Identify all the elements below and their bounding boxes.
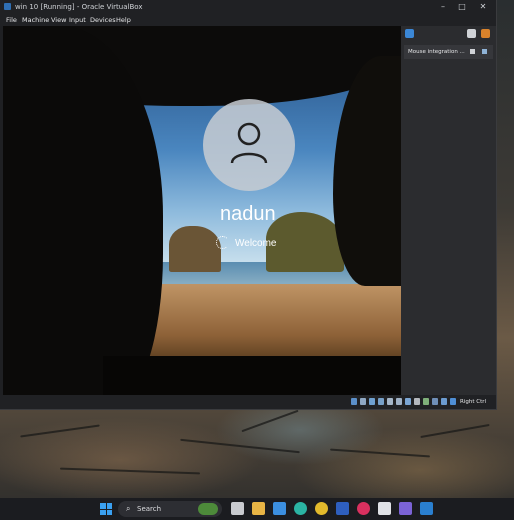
microsoft-store-icon[interactable]: [273, 502, 286, 515]
welcome-status: Welcome: [235, 238, 277, 249]
close-button[interactable]: ✕: [478, 2, 488, 12]
search-icon: ⌕: [126, 504, 131, 513]
notification-center-icon[interactable]: [405, 29, 414, 38]
toggle-all-icon[interactable]: [467, 29, 476, 38]
menu-bar: File Machine View Input Devices Help: [0, 14, 496, 26]
photos-icon[interactable]: [399, 502, 412, 515]
window-title: win 10 [Running] - Oracle VirtualBox: [15, 3, 143, 11]
notification-text: Mouse integration ...: [408, 49, 465, 55]
minimize-button[interactable]: –: [438, 2, 448, 12]
host-key-label: Right Ctrl: [460, 399, 487, 405]
close-all-icon[interactable]: [481, 29, 490, 38]
window-titlebar[interactable]: win 10 [Running] - Oracle VirtualBox – □…: [0, 0, 496, 14]
mouse-integration-icon[interactable]: [432, 398, 438, 405]
menu-machine[interactable]: Machine: [22, 16, 49, 24]
virtualbox-app-icon: [4, 3, 11, 10]
optical-drive-icon[interactable]: [360, 398, 366, 405]
keyboard-icon[interactable]: [441, 398, 447, 405]
chrome-icon[interactable]: [315, 502, 328, 515]
hard-disk-icon[interactable]: [351, 398, 357, 405]
status-bar: Right Ctrl: [0, 395, 496, 409]
file-explorer-icon[interactable]: [252, 502, 265, 515]
notification-center-panel: Mouse integration ...: [401, 26, 496, 395]
lockscreen-cave-bottom: [103, 356, 401, 395]
search-highlight-icon: [198, 503, 218, 515]
lockscreen-rock-left: [169, 226, 221, 272]
display-icon[interactable]: [405, 398, 411, 405]
virtualbox-taskbar-icon[interactable]: [378, 502, 391, 515]
menu-input[interactable]: Input: [69, 16, 86, 24]
pin-icon[interactable]: [470, 49, 475, 54]
notification-item[interactable]: Mouse integration ...: [404, 45, 493, 59]
maximize-button[interactable]: □: [457, 2, 467, 12]
l-app-icon[interactable]: [336, 502, 349, 515]
username-label: nadun: [220, 203, 276, 225]
host-taskbar: ⌕ Search: [0, 498, 514, 520]
edge-icon[interactable]: [294, 502, 307, 515]
start-button[interactable]: [100, 503, 112, 515]
host-key-icon[interactable]: [450, 398, 456, 405]
task-view-icon[interactable]: [231, 502, 244, 515]
guest-display[interactable]: nadun Welcome: [3, 26, 401, 395]
shared-folders-icon[interactable]: [396, 398, 402, 405]
network-icon[interactable]: [378, 398, 384, 405]
usb-icon[interactable]: [387, 398, 393, 405]
search-label: Search: [137, 505, 162, 513]
menu-view[interactable]: View: [51, 16, 66, 24]
virtualbox-window: win 10 [Running] - Oracle VirtualBox – □…: [0, 0, 496, 409]
menu-help[interactable]: Help: [116, 16, 131, 24]
media-player-icon[interactable]: [357, 502, 370, 515]
audio-icon[interactable]: [369, 398, 375, 405]
menu-devices[interactable]: Devices: [90, 16, 116, 24]
vscode-icon[interactable]: [420, 502, 433, 515]
menu-file[interactable]: File: [6, 16, 17, 24]
taskbar-search-box[interactable]: ⌕ Search: [118, 501, 222, 517]
dismiss-icon[interactable]: [482, 49, 487, 54]
user-icon: [230, 122, 268, 164]
recording-icon[interactable]: [414, 398, 420, 405]
cpu-icon[interactable]: [423, 398, 429, 405]
loading-spinner-icon: [216, 236, 229, 249]
user-avatar: [203, 99, 295, 191]
